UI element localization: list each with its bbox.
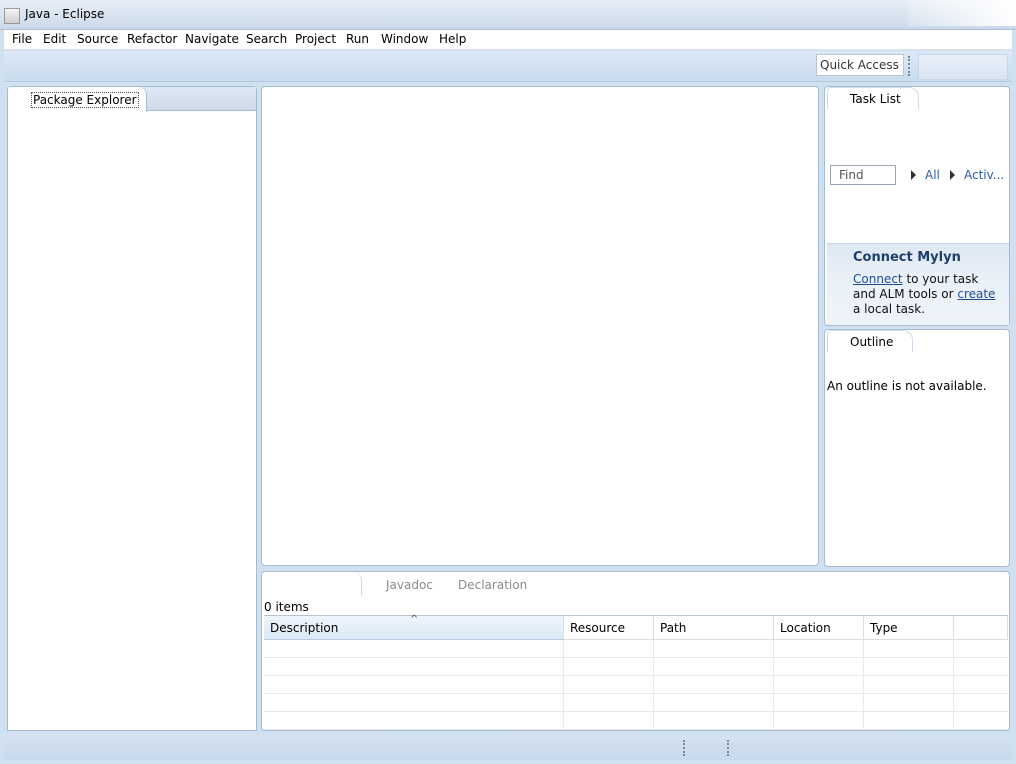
table-row[interactable] bbox=[264, 640, 1008, 658]
menu-navigate[interactable]: Navigate bbox=[185, 32, 239, 46]
mylyn-text-part2: a local task. bbox=[853, 302, 926, 316]
menu-project[interactable]: Project bbox=[295, 32, 336, 46]
problems-table: ^ Description Resource Path Location Typ… bbox=[264, 614, 1008, 730]
tab-outline-label: Outline bbox=[850, 335, 894, 349]
column-filler bbox=[954, 616, 1008, 640]
menu-refactor[interactable]: Refactor bbox=[127, 32, 177, 46]
column-type[interactable]: Type bbox=[864, 616, 954, 640]
menu-search[interactable]: Search bbox=[246, 32, 287, 46]
tab-package-explorer[interactable]: Package Explorer bbox=[8, 87, 147, 112]
outline-panel: Outline An outline is not available. bbox=[824, 329, 1010, 567]
toolbar-drag-handle[interactable] bbox=[908, 56, 910, 76]
problems-panel: Javadoc Declaration 0 items ^ Descriptio… bbox=[261, 571, 1010, 731]
column-resource[interactable]: Resource bbox=[564, 616, 654, 640]
table-row[interactable] bbox=[264, 712, 1008, 730]
sort-ascending-icon: ^ bbox=[410, 614, 419, 625]
menu-window[interactable]: Window bbox=[381, 32, 428, 46]
tab-package-explorer-label: Package Explorer bbox=[31, 92, 139, 108]
app-icon[interactable] bbox=[4, 8, 20, 24]
outline-message: An outline is not available. bbox=[827, 379, 987, 393]
task-find-input[interactable]: Find bbox=[830, 165, 896, 185]
package-explorer-panel: Package Explorer bbox=[7, 86, 257, 731]
tab-outline[interactable]: Outline bbox=[827, 330, 913, 352]
connect-mylyn-title: Connect Mylyn bbox=[853, 250, 961, 265]
status-drag-handle[interactable] bbox=[683, 740, 685, 756]
tab-task-list[interactable]: Task List bbox=[827, 87, 919, 109]
task-list-panel: Task List Find All Activ... Connect Myly… bbox=[824, 86, 1010, 326]
connect-mylyn-text: Connect to your task and ALM tools or cr… bbox=[853, 272, 1003, 317]
triangle-right-icon[interactable] bbox=[911, 170, 916, 180]
menu-run[interactable]: Run bbox=[346, 32, 369, 46]
column-divider bbox=[773, 640, 774, 730]
filter-all-link[interactable]: All bbox=[925, 168, 940, 182]
tab-task-list-label: Task List bbox=[850, 92, 901, 106]
status-bar bbox=[4, 734, 1012, 760]
main-toolbar: Quick Access bbox=[4, 51, 1012, 82]
perspective-switcher[interactable] bbox=[918, 54, 1008, 80]
status-drag-handle[interactable] bbox=[727, 740, 729, 756]
editor-area[interactable] bbox=[261, 86, 819, 566]
connect-link[interactable]: Connect bbox=[853, 272, 903, 286]
table-row[interactable] bbox=[264, 676, 1008, 694]
connect-mylyn-box: Connect Mylyn Connect to your task and A… bbox=[827, 243, 1009, 325]
column-location[interactable]: Location bbox=[774, 616, 864, 640]
tab-javadoc[interactable]: Javadoc bbox=[386, 578, 433, 592]
column-divider bbox=[863, 640, 864, 730]
column-divider bbox=[563, 640, 564, 730]
table-row[interactable] bbox=[264, 694, 1008, 712]
column-description[interactable]: ^ Description bbox=[264, 614, 564, 640]
filter-active-link[interactable]: Activ... bbox=[964, 168, 1004, 182]
menu-file[interactable]: File bbox=[12, 32, 32, 46]
quick-access-input[interactable]: Quick Access bbox=[816, 54, 904, 76]
create-link[interactable]: create bbox=[957, 287, 995, 301]
items-count: 0 items bbox=[264, 600, 309, 614]
menu-edit[interactable]: Edit bbox=[43, 32, 66, 46]
menu-bar: File Edit Source Refactor Navigate Searc… bbox=[4, 30, 1012, 50]
column-description-label: Description bbox=[270, 621, 339, 635]
triangle-right-icon[interactable] bbox=[950, 170, 955, 180]
table-row[interactable] bbox=[264, 658, 1008, 676]
column-divider bbox=[653, 640, 654, 730]
column-divider bbox=[953, 640, 954, 730]
menu-source[interactable]: Source bbox=[77, 32, 118, 46]
tab-problems[interactable] bbox=[262, 572, 362, 596]
tab-declaration[interactable]: Declaration bbox=[458, 578, 527, 592]
title-bar: Java - Eclipse bbox=[0, 0, 1016, 30]
menu-help[interactable]: Help bbox=[439, 32, 466, 46]
column-path[interactable]: Path bbox=[654, 616, 774, 640]
title-bar-glow bbox=[908, 0, 1016, 26]
window-title: Java - Eclipse bbox=[25, 7, 105, 21]
